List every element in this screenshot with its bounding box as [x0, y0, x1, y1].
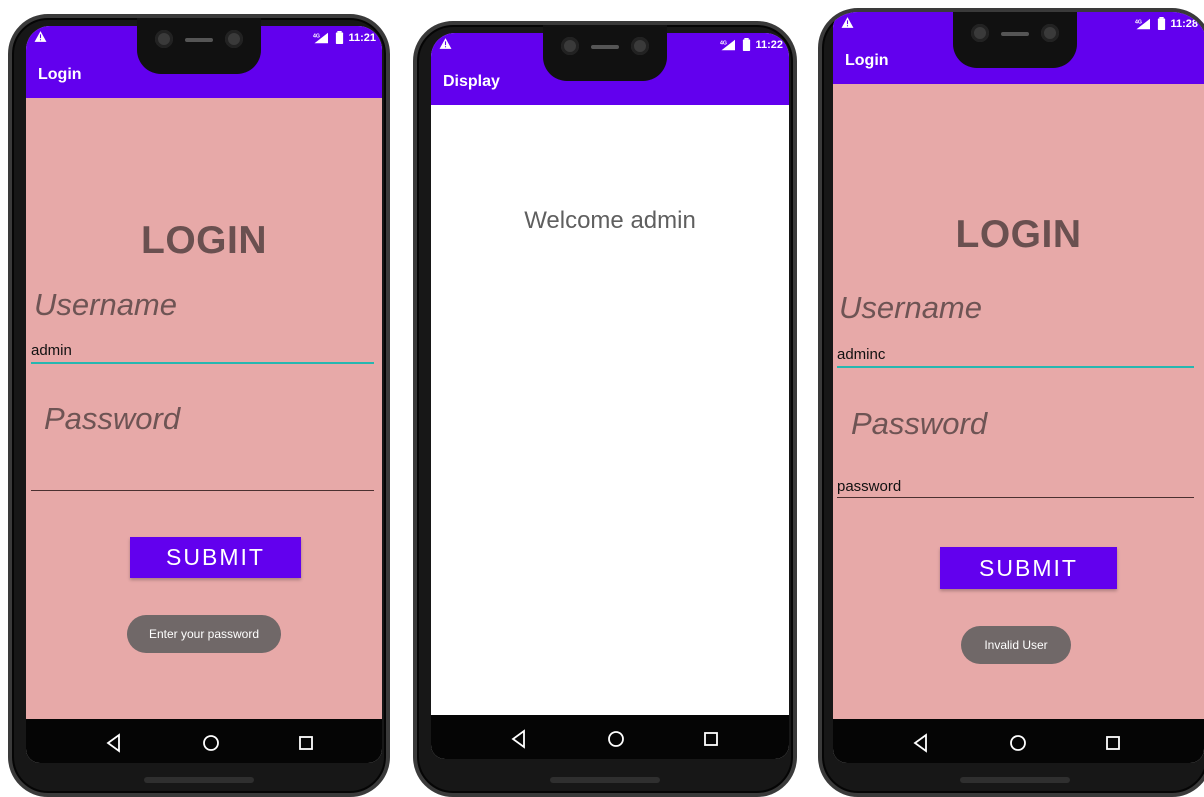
home-indicator — [960, 777, 1070, 783]
username-input[interactable]: admin — [31, 342, 72, 359]
camera-notch — [953, 12, 1077, 68]
status-right: 4G 11:28 — [1135, 17, 1198, 30]
sensor-icon — [225, 30, 243, 48]
home-indicator — [144, 777, 254, 783]
phone-screen: 4G 11:22 Display Welcome admin — [431, 33, 789, 759]
login-content: LOGIN Username adminc Password password … — [833, 84, 1204, 719]
sensor-icon — [631, 37, 649, 55]
login-content: LOGIN Username admin Password SUBMIT Ent… — [26, 98, 382, 719]
password-label: Password — [44, 401, 181, 436]
front-camera-icon — [561, 37, 579, 55]
display-content: Welcome admin — [431, 105, 789, 715]
submit-button[interactable]: SUBMIT — [130, 537, 301, 578]
camera-notch — [137, 18, 261, 74]
front-camera-icon — [971, 24, 989, 42]
sensor-icon — [1041, 24, 1059, 42]
toast-message: Enter your password — [127, 615, 281, 653]
battery-icon — [1158, 17, 1166, 30]
username-label: Username — [839, 290, 982, 325]
password-input[interactable] — [31, 490, 374, 491]
username-underline — [837, 366, 1194, 368]
recent-square-icon[interactable] — [296, 733, 316, 753]
signal-icon: 4G — [1135, 18, 1151, 29]
toast-message: Invalid User — [961, 626, 1071, 664]
warning-triangle-icon — [439, 38, 452, 49]
signal-icon: 4G — [720, 39, 736, 50]
speaker-grille — [185, 38, 213, 42]
front-camera-icon — [155, 30, 173, 48]
password-underline — [837, 497, 1194, 498]
phone-screen: 4G 11:21 Login LOGIN Username admin Pass… — [26, 26, 382, 763]
home-circle-icon[interactable] — [606, 729, 626, 749]
username-underline — [31, 362, 374, 364]
app-bar-title: Login — [845, 52, 889, 69]
back-triangle-icon[interactable] — [509, 729, 529, 749]
home-circle-icon[interactable] — [1008, 733, 1028, 753]
status-right: 4G 11:21 — [313, 31, 376, 44]
login-heading: LOGIN — [955, 213, 1082, 256]
back-triangle-icon[interactable] — [911, 733, 931, 753]
phone-screen: 4G 11:28 Login LOGIN Username adminc Pas… — [833, 12, 1204, 763]
password-label: Password — [851, 406, 988, 441]
username-label: Username — [34, 287, 177, 322]
username-input[interactable]: adminc — [837, 346, 885, 363]
back-triangle-icon[interactable] — [104, 733, 124, 753]
speaker-grille — [1001, 32, 1029, 36]
speaker-grille — [591, 45, 619, 49]
navigation-bar — [833, 719, 1204, 763]
svg-text:4G: 4G — [720, 40, 727, 46]
phone-display: 4G 11:22 Display Welcome admin — [413, 21, 797, 797]
warning-triangle-icon — [34, 31, 47, 42]
battery-icon — [336, 31, 344, 44]
svg-text:4G: 4G — [313, 33, 320, 39]
app-bar-title: Display — [443, 73, 500, 90]
status-time: 11:21 — [348, 31, 376, 44]
phone-login-2: 4G 11:28 Login LOGIN Username adminc Pas… — [818, 8, 1204, 797]
svg-text:4G: 4G — [1135, 19, 1142, 25]
welcome-message: Welcome admin — [524, 207, 696, 234]
navigation-bar — [26, 719, 382, 763]
recent-square-icon[interactable] — [1103, 733, 1123, 753]
login-heading: LOGIN — [141, 219, 267, 262]
home-indicator — [550, 777, 660, 783]
home-circle-icon[interactable] — [201, 733, 221, 753]
camera-notch — [543, 25, 667, 81]
navigation-bar — [431, 715, 789, 759]
recent-square-icon[interactable] — [701, 729, 721, 749]
submit-button[interactable]: SUBMIT — [940, 547, 1117, 589]
status-time: 11:28 — [1170, 17, 1198, 30]
signal-icon: 4G — [313, 32, 329, 43]
app-bar-title: Login — [38, 66, 82, 83]
warning-triangle-icon — [841, 17, 854, 28]
status-right: 4G 11:22 — [720, 38, 783, 51]
phone-login-1: 4G 11:21 Login LOGIN Username admin Pass… — [8, 14, 390, 797]
battery-icon — [743, 38, 751, 51]
password-input[interactable]: password — [837, 478, 901, 495]
status-time: 11:22 — [755, 38, 783, 51]
